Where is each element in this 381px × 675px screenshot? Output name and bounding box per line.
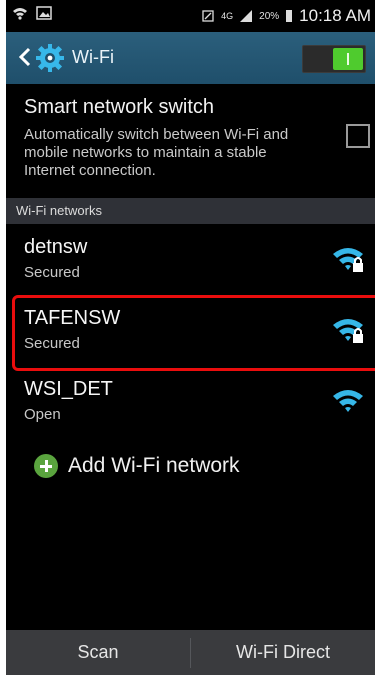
signal-icon — [240, 10, 253, 22]
status-left-icons — [12, 6, 52, 20]
section-header: Wi-Fi networks — [6, 198, 375, 224]
toggle-knob — [333, 48, 363, 70]
battery-percent: 20% — [259, 10, 280, 22]
wifi-open-icon — [333, 390, 363, 412]
smart-network-switch[interactable]: Smart network switch Automatically switc… — [6, 84, 375, 194]
wifi-toggle[interactable] — [302, 45, 366, 73]
plus-icon — [34, 454, 58, 478]
network-item-wsi-det[interactable]: WSI_DET Open — [6, 368, 375, 438]
mute-icon — [202, 10, 214, 22]
network-name: detnsw — [24, 236, 88, 258]
wifi-secured-icon — [333, 248, 363, 272]
status-bar: 4G 20% 10:18 AM — [6, 0, 375, 32]
network-type: 4G — [221, 11, 234, 21]
network-status: Open — [24, 406, 61, 423]
add-wifi-network-button[interactable]: Add Wi-Fi network — [6, 440, 375, 492]
network-status: Secured — [24, 264, 80, 281]
add-network-label: Add Wi-Fi network — [68, 454, 240, 477]
smart-switch-description: Automatically switch between Wi-Fi and m… — [24, 126, 289, 179]
back-icon[interactable] — [16, 46, 34, 68]
status-time: 10:18 AM — [299, 6, 371, 25]
section-header-label: Wi-Fi networks — [16, 203, 102, 218]
wifi-direct-button[interactable]: Wi-Fi Direct — [191, 630, 375, 675]
bottom-bar: Scan Wi-Fi Direct — [6, 630, 375, 675]
page-title: Wi-Fi — [72, 47, 114, 67]
battery-icon — [286, 10, 293, 22]
wifi-status-icon — [13, 8, 27, 20]
action-bar: Wi-Fi — [6, 32, 375, 84]
network-name: WSI_DET — [24, 378, 113, 400]
image-notification-icon — [36, 6, 52, 20]
phone-screen: 4G 20% 10:18 AM Wi-Fi Smart network swit… — [6, 0, 375, 675]
highlight-annotation — [12, 295, 375, 371]
scan-button[interactable]: Scan — [6, 630, 190, 675]
smart-switch-title: Smart network switch — [24, 96, 215, 118]
smart-switch-checkbox[interactable] — [346, 124, 370, 148]
gear-icon — [36, 44, 64, 72]
status-right: 4G 20% 10:18 AM — [201, 6, 371, 26]
network-item-detnsw[interactable]: detnsw Secured — [6, 226, 375, 296]
